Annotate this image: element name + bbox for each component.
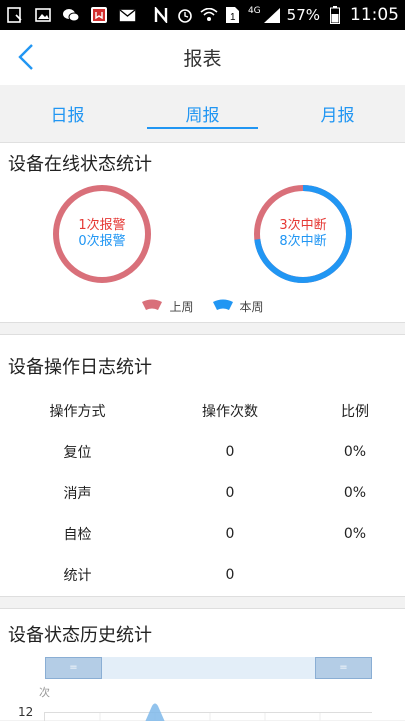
nfc-icon xyxy=(152,8,170,23)
tab-daily-label: 日报 xyxy=(51,101,85,126)
legend-last-week[interactable]: 上周 xyxy=(141,298,193,315)
legend-this-week-label: 本周 xyxy=(240,298,264,315)
wechat-icon xyxy=(62,8,80,23)
gallery-icon xyxy=(34,8,52,23)
table-header-row: 操作方式 操作次数 比例 xyxy=(0,390,405,431)
signal-icon xyxy=(263,8,281,23)
zoom-handle-right-grip: = xyxy=(339,662,347,673)
svg-text:1: 1 xyxy=(230,12,236,23)
online-stats-title: 设备在线状态统计 xyxy=(0,150,160,176)
zoom-handle-left[interactable]: = xyxy=(45,657,102,679)
tab-weekly[interactable]: 周报 xyxy=(135,85,270,142)
battery-percent: 57% xyxy=(287,6,320,24)
row-ratio xyxy=(305,554,405,595)
row-op-type: 消声 xyxy=(0,472,155,513)
top-navbar: 报表 xyxy=(0,30,405,85)
header-ratio: 比例 xyxy=(305,390,405,431)
ring-legend: 上周 本周 xyxy=(0,298,405,315)
zoom-slider[interactable]: = = xyxy=(45,657,372,679)
row-op-count: 0 xyxy=(155,472,305,513)
alarm-icon xyxy=(176,8,194,23)
ops-log-table: 操作方式 操作次数 比例 复位 0 0% 消声 0 0% 自检 0 0% 统计 … xyxy=(0,390,405,595)
tab-monthly-label: 月报 xyxy=(321,101,355,126)
history-series-peak xyxy=(145,704,165,721)
row-op-type: 自检 xyxy=(0,513,155,554)
zoom-handle-left-grip: = xyxy=(69,662,77,673)
tab-weekly-label: 周报 xyxy=(186,101,220,126)
clock: 11:05 xyxy=(350,5,399,25)
table-row: 自检 0 0% xyxy=(0,513,405,554)
period-tabs: 日报 周报 月报 xyxy=(0,85,405,143)
ops-log-title: 设备操作日志统计 xyxy=(0,353,160,379)
status-bar: 1 4G 57% 11:05 xyxy=(0,0,405,30)
table-row: 统计 0 xyxy=(0,554,405,595)
app-badge-icon xyxy=(90,8,108,23)
battery-charging-icon xyxy=(326,8,344,23)
interrupt-this-week-count: 8次中断 xyxy=(279,234,326,250)
zoom-handle-right[interactable]: = xyxy=(315,657,372,679)
header-op-type: 操作方式 xyxy=(0,390,155,431)
y-axis-unit: 次 xyxy=(39,684,50,700)
tab-daily[interactable]: 日报 xyxy=(0,85,135,142)
sim-icon: 1 xyxy=(224,8,242,23)
download-icon xyxy=(6,8,24,23)
wifi-icon xyxy=(200,8,218,23)
y-axis-tick: 12 xyxy=(18,705,33,719)
history-card: 设备状态历史统计 = = 次 12 xyxy=(0,608,405,720)
row-ratio: 0% xyxy=(305,472,405,513)
legend-last-week-swatch xyxy=(141,299,163,314)
row-op-count: 0 xyxy=(155,554,305,595)
alarm-ring: 1次报警 0次报警 xyxy=(51,183,153,285)
history-title: 设备状态历史统计 xyxy=(0,621,160,647)
legend-this-week[interactable]: 本周 xyxy=(212,298,264,315)
network-type: 4G xyxy=(248,6,261,16)
interrupt-last-week-count: 3次中断 xyxy=(279,218,326,234)
tab-monthly[interactable]: 月报 xyxy=(270,85,405,142)
online-stats-card: 设备在线状态统计 1次报警 0次报警 3次中断 8次中断 xyxy=(0,143,405,323)
row-ratio: 0% xyxy=(305,513,405,554)
row-op-type: 统计 xyxy=(0,554,155,595)
table-row: 消声 0 0% xyxy=(0,472,405,513)
row-op-count: 0 xyxy=(155,431,305,472)
alarm-last-week-count: 1次报警 xyxy=(78,218,125,234)
interrupt-ring: 3次中断 8次中断 xyxy=(252,183,354,285)
legend-last-week-label: 上周 xyxy=(169,298,193,315)
table-row: 复位 0 0% xyxy=(0,431,405,472)
back-arrow-icon[interactable] xyxy=(14,42,40,72)
row-ratio: 0% xyxy=(305,431,405,472)
header-op-count: 操作次数 xyxy=(155,390,305,431)
page-title: 报表 xyxy=(183,44,221,71)
row-op-type: 复位 xyxy=(0,431,155,472)
row-op-count: 0 xyxy=(155,513,305,554)
mail-icon xyxy=(118,8,136,23)
alarm-this-week-count: 0次报警 xyxy=(78,234,125,250)
legend-this-week-swatch xyxy=(212,299,234,314)
